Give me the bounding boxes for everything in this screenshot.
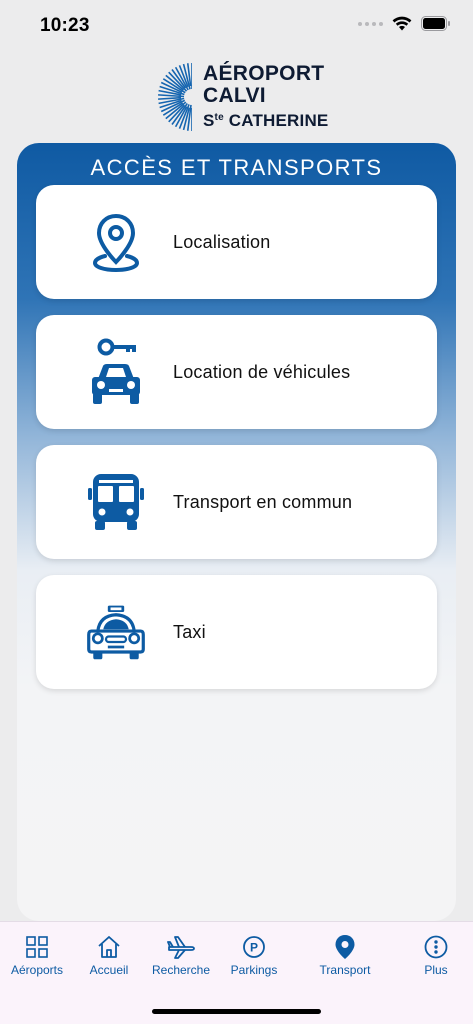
- card-label: Location de véhicules: [173, 362, 351, 382]
- airport-logo: AÉROPORT CALVI Ste CATHERINE: [152, 60, 332, 134]
- plane-icon: [144, 934, 218, 960]
- tab-label: Recherche: [151, 963, 211, 977]
- logo-line1: AÉROPORT: [203, 62, 325, 85]
- tab-parkings[interactable]: P Parkings: [217, 934, 291, 977]
- card-public-transport[interactable]: Transport en commun: [36, 445, 437, 559]
- status-time: 10:23: [40, 15, 90, 36]
- tab-label: Plus: [424, 963, 448, 977]
- more-icon: [399, 934, 473, 960]
- panel-title: ACCÈS ET TRANSPORTS: [90, 155, 383, 180]
- bus-icon: [86, 469, 146, 535]
- logo-line3: Ste CATHERINE: [203, 107, 328, 132]
- home-icon: [72, 934, 146, 960]
- grid-icon: [0, 934, 74, 960]
- wifi-icon: [392, 16, 412, 31]
- tab-transport[interactable]: Transport: [308, 934, 382, 977]
- location-pin-icon: [86, 209, 146, 275]
- card-taxi[interactable]: Taxi: [36, 575, 437, 689]
- location-pin-icon: [308, 934, 382, 960]
- logo-line3-sup: te: [214, 112, 224, 123]
- tab-accueil[interactable]: Accueil: [72, 934, 146, 977]
- tab-label: Transport: [319, 963, 371, 977]
- battery-icon: [421, 16, 450, 31]
- tab-label: Accueil: [89, 963, 129, 977]
- status-bar: 10:23: [0, 0, 473, 52]
- car-rental-icon: [86, 338, 146, 405]
- card-vehicle-rental[interactable]: Location de véhicules: [36, 315, 437, 429]
- tab-label: Parkings: [230, 963, 278, 977]
- tab-label: Aéroports: [10, 963, 64, 977]
- transport-options-list: Localisation Location de véhicules Trans…: [36, 185, 437, 705]
- logo-line2: CALVI: [203, 84, 266, 107]
- logo-line3-prefix: S: [203, 111, 215, 130]
- tab-aeroports[interactable]: Aéroports: [0, 934, 74, 977]
- taxi-icon: [86, 599, 146, 665]
- tab-plus[interactable]: Plus: [399, 934, 473, 977]
- logo-text: AÉROPORT CALVI Ste CATHERINE: [203, 63, 328, 132]
- tab-recherche[interactable]: Recherche: [144, 934, 218, 977]
- logo-line3-rest: CATHERINE: [223, 111, 329, 130]
- access-transport-panel: ACCÈS ET TRANSPORTS Localisation Locatio…: [17, 143, 456, 921]
- card-label: Localisation: [173, 232, 271, 252]
- svg-text:P: P: [250, 941, 258, 955]
- cellular-signal-icon: [358, 21, 383, 26]
- status-indicators: [358, 16, 451, 31]
- logo-sunburst-icon: [158, 63, 192, 131]
- card-label: Transport en commun: [173, 492, 353, 512]
- card-label: Taxi: [173, 622, 206, 642]
- home-indicator: [152, 1009, 321, 1014]
- parking-icon: P: [217, 934, 291, 960]
- card-localisation[interactable]: Localisation: [36, 185, 437, 299]
